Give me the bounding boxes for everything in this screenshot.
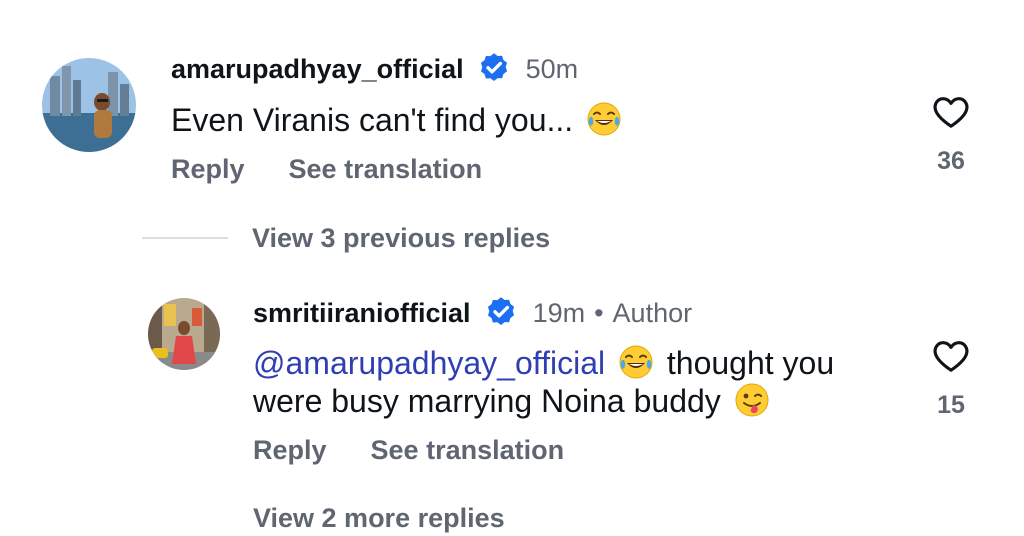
like-control: 15 (921, 336, 981, 420)
comment-actions: Reply See translation (171, 154, 482, 185)
mention-link[interactable]: @amarupadhyay_official (253, 345, 605, 381)
view-previous-replies-label[interactable]: View 3 previous replies (252, 223, 550, 254)
face-with-tears-of-joy-icon (618, 344, 654, 380)
view-more-replies[interactable]: View 2 more replies (253, 500, 505, 536)
reply-button[interactable]: Reply (171, 154, 245, 185)
heart-icon[interactable] (931, 92, 971, 132)
reply-actions: Reply See translation (253, 435, 564, 466)
username[interactable]: smritiiraniofficial (253, 298, 471, 329)
meta-separator: • (594, 297, 604, 328)
comment-header: amarupadhyay_official 50m (171, 50, 578, 88)
view-previous-replies[interactable]: View 3 previous replies (142, 220, 550, 256)
replies-divider (142, 237, 228, 239)
reply-text-part1: thought you (666, 345, 835, 381)
reply-text: @amarupadhyay_official thought you were … (253, 344, 893, 420)
comment-time: 50m (525, 53, 579, 84)
reply-time: 19m (532, 297, 586, 328)
comment-text: Even Viranis can't find you... (171, 101, 626, 139)
like-count: 36 (937, 147, 965, 175)
avatar[interactable] (42, 58, 136, 152)
reply-text-part2: were busy marrying Noina buddy (253, 383, 721, 419)
comment-text-content: Even Viranis can't find you... (171, 102, 574, 138)
reply-header: smritiiraniofficial 19m • Author (253, 294, 692, 332)
reply-item: smritiiraniofficial 19m • Author @amarup… (0, 280, 1024, 480)
like-control: 36 (921, 92, 981, 176)
view-more-replies-label[interactable]: View 2 more replies (253, 503, 505, 534)
comment-item: amarupadhyay_official 50m Even Viranis c… (0, 0, 1024, 200)
reply-button[interactable]: Reply (253, 435, 327, 466)
username[interactable]: amarupadhyay_official (171, 54, 464, 85)
heart-icon[interactable] (931, 336, 971, 376)
verified-badge-icon (483, 295, 519, 331)
avatar[interactable] (148, 298, 220, 370)
verified-badge-icon (476, 51, 512, 87)
winking-face-with-tongue-icon (734, 382, 770, 418)
see-translation-button[interactable]: See translation (371, 435, 565, 466)
face-with-tears-of-joy-icon (586, 101, 622, 137)
author-label: Author (612, 297, 693, 328)
see-translation-button[interactable]: See translation (289, 154, 483, 185)
like-count: 15 (937, 391, 965, 419)
